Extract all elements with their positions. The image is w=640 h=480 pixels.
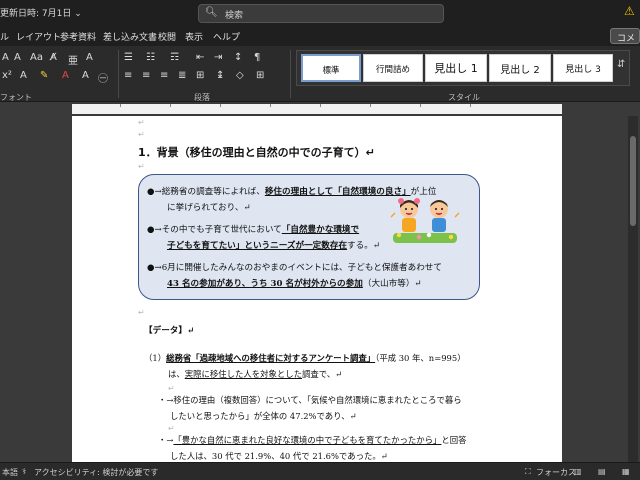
font-size-down-icon[interactable]: A — [2, 52, 9, 63]
accessibility-status[interactable]: アクセシビリティ: 検討が必要です — [34, 467, 158, 478]
superscript-icon[interactable]: x² — [2, 70, 12, 81]
ribbon-separator — [118, 50, 119, 98]
bullet-1-line-2: に挙げられており、↵ — [167, 203, 251, 213]
status-bar: 本語 ⚕ アクセシビリティ: 検討が必要です ⛶ フォーカス ▥ ▤ ▦ — [0, 462, 640, 480]
ruler-bar — [72, 104, 562, 114]
search-placeholder: 検索 — [225, 11, 244, 21]
ribbon: A A Aa A̸ 亜 A x² A ✎ A A ㊀ フォント ☰ ☷ ☶ ⇤ … — [0, 46, 640, 102]
highlight-icon[interactable]: ✎ — [40, 70, 48, 81]
change-case-icon[interactable]: Aa — [30, 52, 43, 63]
paragraph-mark: ↵ — [168, 424, 175, 433]
style-heading-2[interactable]: 見出し 2 — [489, 54, 551, 82]
data-heading: 【データ】↵ — [144, 326, 195, 336]
align-center-icon[interactable]: ≡ — [142, 70, 150, 81]
styles-more-icon[interactable]: ⇵ — [617, 59, 625, 70]
horizontal-ruler[interactable] — [0, 102, 640, 116]
align-left-icon[interactable]: ≡ — [124, 70, 132, 81]
warning-icon[interactable]: ⚠ — [624, 4, 635, 18]
children-illustration — [390, 198, 460, 243]
clear-format-icon[interactable]: A̸ — [50, 52, 57, 63]
paragraph-mark: ↵ — [138, 130, 145, 139]
align-right-icon[interactable]: ≡ — [160, 70, 168, 81]
survey-bullet-1-line-2: したいと思ったから」が全体の 47.2%であり、↵ — [170, 411, 357, 421]
last-saved-label[interactable]: 更新日時: 7月1日 ⌄ — [0, 6, 82, 19]
ribbon-tabs: ル レイアウト 参考資料 差し込み文書 校閲 表示 ヘルプ コメ — [0, 26, 640, 46]
paragraph-mark: ↵ — [138, 162, 145, 171]
borders-icon[interactable]: ⊞ — [256, 70, 264, 81]
ruler-tick — [270, 104, 271, 107]
ruler-tick — [470, 104, 471, 107]
ruler-tick — [220, 104, 221, 107]
document-page[interactable]: ↵ ↵ 1．背景（移住の理由と自然の中での子育て）↵ ↵ ●→総務省の調査等によ… — [72, 116, 562, 462]
font-color-icon[interactable]: A — [62, 70, 69, 81]
vertical-scrollbar[interactable] — [628, 116, 638, 462]
styles-gallery: 標準 行間詰め 見出し 1 見出し 2 見出し 3 ⇵ — [296, 50, 630, 86]
line-spacing-icon[interactable]: ↨ — [216, 70, 224, 81]
survey-bullet-1-line-1: ・→移住の理由（複数回答）について、「気候や自然環境に恵まれたところで暮ら — [158, 395, 462, 405]
tab-mailings[interactable]: 差し込み文書 — [103, 30, 157, 43]
survey-item-1-line-2: は、実際に移住した人を対象とした調査で、↵ — [168, 369, 343, 379]
char-border-icon[interactable]: A — [86, 52, 93, 63]
language-indicator[interactable]: 本語 — [2, 467, 18, 478]
bullets-icon[interactable]: ☰ — [124, 52, 133, 63]
search-box[interactable]: 🔍︎ 検索 — [198, 4, 444, 23]
survey-item-1-line-1: （1）総務省「過疎地域への移住者に対するアンケート調査」（平成 30 年、n=9… — [144, 353, 466, 363]
style-heading-3[interactable]: 見出し 3 — [553, 54, 613, 82]
bullet-2-line-2: 子どもを育てたい」というニーズが一定数存在する。↵ — [167, 241, 381, 251]
comment-button[interactable]: コメ — [610, 28, 640, 44]
ruler-tick — [320, 104, 321, 107]
accessibility-icon[interactable]: ⚕ — [22, 467, 26, 476]
ruler-tick — [170, 104, 171, 107]
tab-review[interactable]: 校閲 — [158, 30, 176, 43]
style-normal[interactable]: 標準 — [301, 54, 361, 82]
print-layout-icon[interactable]: ▤ — [598, 467, 606, 476]
style-no-spacing[interactable]: 行間詰め — [363, 54, 423, 82]
bullet-3-line-1: ●→6月に開催したみんなのおやまのイベントには、子どもと保護者あわせて — [147, 263, 442, 273]
summary-callout-box[interactable]: ●→総務省の調査等によれば、移住の理由として「自然環境の良さ」が上位 に挙げられ… — [138, 174, 480, 300]
paragraph-mark: ↵ — [138, 308, 145, 317]
font-size-up-icon[interactable]: A — [14, 52, 21, 63]
char-shading-icon[interactable]: A — [82, 70, 89, 81]
text-effects-icon[interactable]: A — [20, 70, 27, 81]
paragraph-mark: ↵ — [138, 118, 145, 127]
increase-indent-icon[interactable]: ⇥ — [214, 52, 222, 63]
decrease-indent-icon[interactable]: ⇤ — [196, 52, 204, 63]
left-margin-area — [0, 116, 72, 462]
paragraph-mark: ↵ — [168, 384, 175, 393]
tab-references[interactable]: 参考資料 — [60, 30, 96, 43]
ruler-tick — [370, 104, 371, 107]
bullet-2-line-1: ●→その中でも子育て世代において「自然豊かな環境で — [147, 225, 360, 235]
title-bar: 更新日時: 7月1日 ⌄ 🔍︎ 検索 ⚠ — [0, 0, 640, 26]
show-marks-icon[interactable]: ¶ — [254, 52, 260, 63]
tab-layout[interactable]: レイアウト — [16, 30, 61, 43]
tab-insert[interactable]: ル — [0, 30, 9, 43]
bullet-3-line-2: 43 名の参加があり、うち 30 名が村外からの参加（大山市等）↵ — [167, 279, 422, 289]
numbering-icon[interactable]: ☷ — [146, 52, 155, 63]
search-icon: 🔍︎ — [205, 7, 218, 18]
sort-icon[interactable]: ↕ — [234, 52, 242, 63]
survey-bullet-2-line-1: ・→「豊かな自然に恵まれた良好な環境の中で子どもを育てたかったから」と回答 — [158, 435, 467, 445]
enclosed-char-icon[interactable]: ㊀ — [98, 70, 108, 85]
ruler-tick — [420, 104, 421, 107]
distributed-icon[interactable]: ⊞ — [196, 70, 204, 81]
tab-view[interactable]: 表示 — [185, 30, 203, 43]
multilevel-list-icon[interactable]: ☶ — [170, 52, 179, 63]
survey-bullet-2-line-2: した人は、30 代で 21.9%、40 代で 21.6%であった。↵ — [170, 451, 388, 461]
read-mode-icon[interactable]: ▥ — [574, 467, 582, 476]
tab-help[interactable]: ヘルプ — [213, 30, 240, 43]
focus-icon[interactable]: ⛶ — [525, 467, 531, 477]
ruler-tick — [120, 104, 121, 107]
bullet-1-line-1: ●→総務省の調査等によれば、移住の理由として「自然環境の良さ」が上位 — [147, 187, 437, 197]
style-heading-1[interactable]: 見出し 1 — [425, 54, 487, 82]
justify-icon[interactable]: ≣ — [178, 70, 186, 81]
ribbon-separator — [290, 50, 291, 98]
shading-icon[interactable]: ◇ — [236, 70, 244, 81]
web-layout-icon[interactable]: ▦ — [622, 467, 630, 476]
focus-mode-button[interactable]: フォーカス — [536, 467, 576, 478]
section-heading: 1．背景（移住の理由と自然の中での子育て）↵ — [138, 146, 375, 159]
scrollbar-thumb[interactable] — [630, 136, 636, 226]
phonetic-guide-icon[interactable]: 亜 — [68, 52, 78, 67]
